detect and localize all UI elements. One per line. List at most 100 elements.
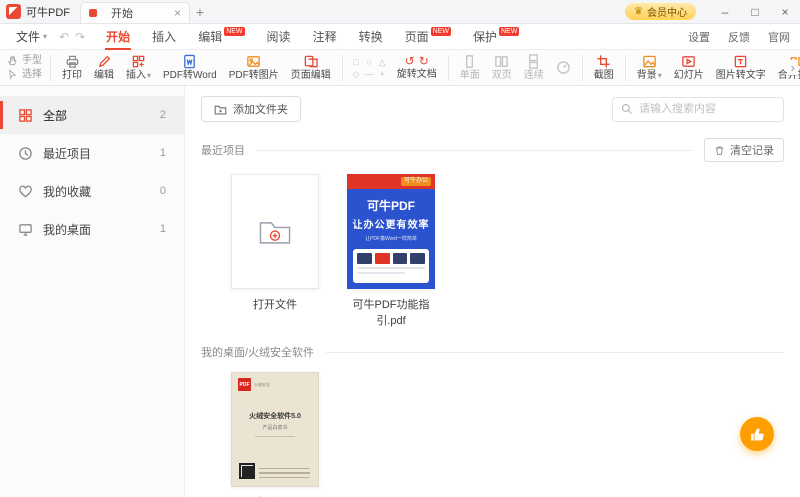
print-button[interactable]: 打印 <box>56 52 88 83</box>
toolbar-divider <box>448 55 449 81</box>
rotate-doc-label: 旋转文档 <box>397 69 437 80</box>
sidebar: 全部 2 最近项目 1 我的收藏 0 我的桌面 1 <box>0 86 185 497</box>
thumbs-up-icon <box>749 426 766 443</box>
view-double-button[interactable]: 双页 <box>486 52 518 83</box>
square-shape-icon[interactable]: □ <box>350 56 363 68</box>
crown-icon: ♛ <box>634 6 643 17</box>
clear-records-button[interactable]: 清空记录 <box>704 138 784 162</box>
toolbar: 手型 选择 打印 编辑 插入 ▾ PDF转Word <box>0 50 800 86</box>
website-link[interactable]: 官网 <box>768 29 790 45</box>
hand-tool[interactable]: 手型 <box>7 55 42 67</box>
close-button[interactable]: × <box>770 0 800 24</box>
guide-pdf-thumbnail[interactable]: 可牛办公 可牛PDF 让办公更有效率 让PDF像Word一样简单 <box>347 174 435 289</box>
background-button[interactable]: 背景 ▾ <box>631 52 668 83</box>
add-folder-button[interactable]: 添加文件夹 <box>201 96 301 122</box>
manual-thumb-textlines <box>259 465 310 479</box>
slideshow-button[interactable]: 幻灯片 <box>668 52 710 83</box>
hand-tool-label: 手型 <box>22 55 42 67</box>
toolbar-overflow-arrow[interactable]: › <box>788 60 798 75</box>
search-box[interactable] <box>612 97 784 122</box>
open-file-label: 打开文件 <box>231 296 319 312</box>
open-file-card[interactable]: 打开文件 <box>231 174 319 328</box>
sidebar-item-desktop[interactable]: 我的桌面 1 <box>0 210 184 248</box>
document-tab[interactable]: 开始 × <box>80 2 190 23</box>
new-tab-button[interactable]: + <box>190 4 210 20</box>
manual-pdf-thumbnail[interactable]: PDF 火绒安全 火绒安全软件5.0 产品白皮书 <box>231 372 319 487</box>
slideshow-label: 幻灯片 <box>674 70 704 81</box>
background-icon <box>642 54 657 69</box>
undo-icon[interactable]: ↶ <box>59 30 69 44</box>
search-input[interactable] <box>639 103 775 115</box>
circle-shape-icon[interactable]: ○ <box>363 56 376 68</box>
open-file-thumbnail[interactable] <box>231 174 319 289</box>
menu-tab-home[interactable]: 开始 <box>95 24 141 50</box>
printer-icon <box>65 54 80 69</box>
maximize-button[interactable]: □ <box>740 0 770 24</box>
member-center-label: 会员中心 <box>647 4 687 19</box>
menu-tab-convert[interactable]: 转换 <box>348 24 394 50</box>
desktop-section-title: 我的桌面/火绒安全软件 <box>201 344 314 360</box>
pdf-to-image-label: PDF转图片 <box>229 70 279 81</box>
slideshow-icon <box>681 54 696 69</box>
settings-link[interactable]: 设置 <box>688 29 710 45</box>
diamond-shape-icon[interactable]: ◇ <box>350 68 363 80</box>
new-badge: NEW <box>431 27 451 36</box>
history-controls: ↶ ↷ <box>59 30 85 44</box>
sidebar-item-favorites[interactable]: 我的收藏 0 <box>0 172 184 210</box>
manual-pdf-card[interactable]: PDF 火绒安全 火绒安全软件5.0 产品白皮书 用户手册.pdf <box>231 372 319 497</box>
rotate-doc-button[interactable]: ↺ ↻ 旋转文档 <box>391 53 443 82</box>
chevron-down-icon: ▾ <box>658 70 662 81</box>
menu-tab-protect[interactable]: 保护 NEW <box>462 24 530 50</box>
menu-tab-edit[interactable]: 编辑 NEW <box>187 24 255 50</box>
triangle-shape-icon[interactable]: △ <box>376 56 389 68</box>
edit-button[interactable]: 编辑 <box>88 52 120 83</box>
new-badge: NEW <box>224 27 244 36</box>
insert-button[interactable]: 插入 ▾ <box>120 52 157 83</box>
menubar: 文件 ▾ ↶ ↷ 开始 插入 编辑 NEW 阅读 注释 转换 页面 NEW <box>0 24 800 50</box>
pdf-to-image-button[interactable]: PDF转图片 <box>223 52 285 83</box>
section-divider <box>326 352 784 353</box>
manual-thumb-header: PDF 火绒安全 <box>232 373 318 391</box>
feedback-like-button[interactable] <box>740 417 774 451</box>
menu-tab-label: 编辑 <box>198 28 222 45</box>
screenshot-button[interactable]: 截图 <box>588 52 620 83</box>
line-shape-icon[interactable]: — <box>363 68 376 80</box>
toolbar-divider <box>50 55 51 81</box>
background-label: 背景 <box>637 70 657 81</box>
clear-records-label: 清空记录 <box>730 142 774 158</box>
chevron-down-icon: ▾ <box>147 70 151 81</box>
menu-tab-page[interactable]: 页面 NEW <box>394 24 462 50</box>
menu-tab-annotate[interactable]: 注释 <box>302 24 348 50</box>
redo-icon[interactable]: ↷ <box>75 30 85 44</box>
view-single-button[interactable]: 单面 <box>454 52 486 83</box>
feedback-link[interactable]: 反馈 <box>728 29 750 45</box>
guide-pdf-card[interactable]: 可牛办公 可牛PDF 让办公更有效率 让PDF像Word一样简单 可牛PDF功能… <box>347 174 435 328</box>
double-page-icon <box>494 54 509 69</box>
image-to-text-button[interactable]: 图片转文字 <box>710 52 772 83</box>
page-edit-button[interactable]: 页面编辑 <box>285 52 337 83</box>
member-center-button[interactable]: ♛ 会员中心 <box>625 3 696 20</box>
sidebar-item-count: 0 <box>160 185 166 197</box>
minimize-button[interactable]: – <box>710 0 740 24</box>
plus-shape-icon[interactable]: + <box>376 68 389 80</box>
pdf-logo-icon: PDF <box>238 378 251 391</box>
select-tool[interactable]: 选择 <box>7 69 42 81</box>
sidebar-item-count: 2 <box>160 109 166 121</box>
sidebar-item-count: 1 <box>160 147 166 159</box>
tab-close-icon[interactable]: × <box>174 6 181 20</box>
grid-icon <box>18 108 33 123</box>
guide-thumb-panel <box>353 249 429 283</box>
add-folder-label: 添加文件夹 <box>233 101 288 117</box>
sidebar-item-recent[interactable]: 最近项目 1 <box>0 134 184 172</box>
sidebar-item-label: 全部 <box>43 107 67 124</box>
view-continuous-button[interactable]: 连续 <box>518 52 550 83</box>
menu-tab-insert[interactable]: 插入 <box>141 24 187 50</box>
pdf-to-word-button[interactable]: PDF转Word <box>157 52 223 83</box>
cursor-icon <box>7 69 18 80</box>
toolbar-divider <box>582 55 583 81</box>
sidebar-item-all[interactable]: 全部 2 <box>0 96 184 134</box>
zoom-dial[interactable] <box>550 58 577 77</box>
file-menu-button[interactable]: 文件 ▾ <box>10 28 53 45</box>
pdf-to-word-label: PDF转Word <box>163 70 217 81</box>
menu-tab-read[interactable]: 阅读 <box>256 24 302 50</box>
